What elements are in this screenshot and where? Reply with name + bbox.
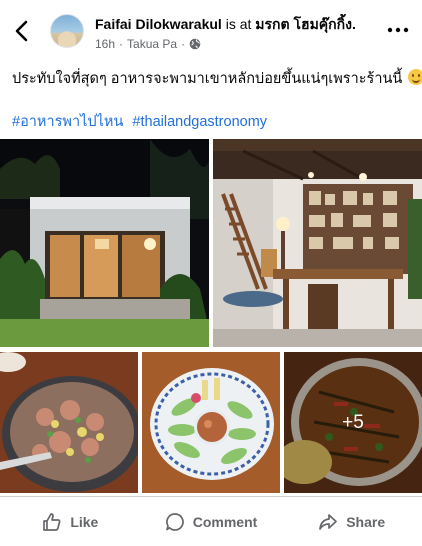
author-line: Faifai Dilokwarakul is at มรกต โฮมคุ๊กกิ… xyxy=(95,14,395,36)
comment-bubble-icon xyxy=(165,512,184,531)
photo-restaurant-interior[interactable] xyxy=(213,139,422,347)
comment-label: Comment xyxy=(192,513,258,530)
photo-dish-larb[interactable] xyxy=(0,352,138,493)
thumbs-up-icon xyxy=(43,512,61,531)
meta-separator: · xyxy=(119,37,124,51)
hashtag-link[interactable]: #อาหารพาไปไหน xyxy=(12,114,123,130)
like-label: Like xyxy=(70,513,99,530)
photo-restaurant-exterior[interactable] xyxy=(0,139,209,347)
meta-separator-2: · xyxy=(181,37,186,51)
more-photos-count: +5 xyxy=(342,411,364,433)
back-arrow-icon[interactable] xyxy=(10,18,34,44)
caption-text: ประทับใจที่สุดๆ อาหารจะพามาเขาหลักบ่อยขึ… xyxy=(12,71,403,87)
comment-button[interactable]: Comment xyxy=(141,497,282,546)
post-time[interactable]: 16h xyxy=(95,37,115,51)
is-at-text: is at xyxy=(225,16,252,32)
author-name[interactable]: Faifai Dilokwarakul xyxy=(95,16,222,32)
smiling-face-icon xyxy=(408,69,422,85)
share-label: Share xyxy=(346,513,386,530)
post-meta: 16h · Takua Pa · xyxy=(95,37,201,51)
more-photos-overlay[interactable]: +5 xyxy=(284,352,422,493)
post-caption: ประทับใจที่สุดๆ อาหารจะพามาเขาหลักบ่อยขึ… xyxy=(12,69,422,89)
share-arrow-icon xyxy=(319,513,338,530)
globe-icon xyxy=(189,38,201,50)
post-location: Takua Pa xyxy=(127,37,178,51)
post-header: Faifai Dilokwarakul is at มรกต โฮมคุ๊กกิ… xyxy=(0,0,422,62)
hashtag-link[interactable]: #thailandgastronomy xyxy=(132,114,267,130)
photo-dish-stir-fry[interactable]: +5 xyxy=(284,352,422,493)
share-button[interactable]: Share xyxy=(281,497,422,546)
more-options-icon[interactable] xyxy=(384,22,412,38)
post-actions: Like Comment Share xyxy=(0,496,422,546)
photo-dish-nam-prik[interactable] xyxy=(142,352,280,493)
like-button[interactable]: Like xyxy=(0,497,141,546)
author-avatar[interactable] xyxy=(50,14,84,48)
place-name[interactable]: มรกต โฮมคุ๊กกิ้ง. xyxy=(255,16,356,32)
hashtags: #อาหารพาไปไหน #thailandgastronomy xyxy=(12,110,272,133)
